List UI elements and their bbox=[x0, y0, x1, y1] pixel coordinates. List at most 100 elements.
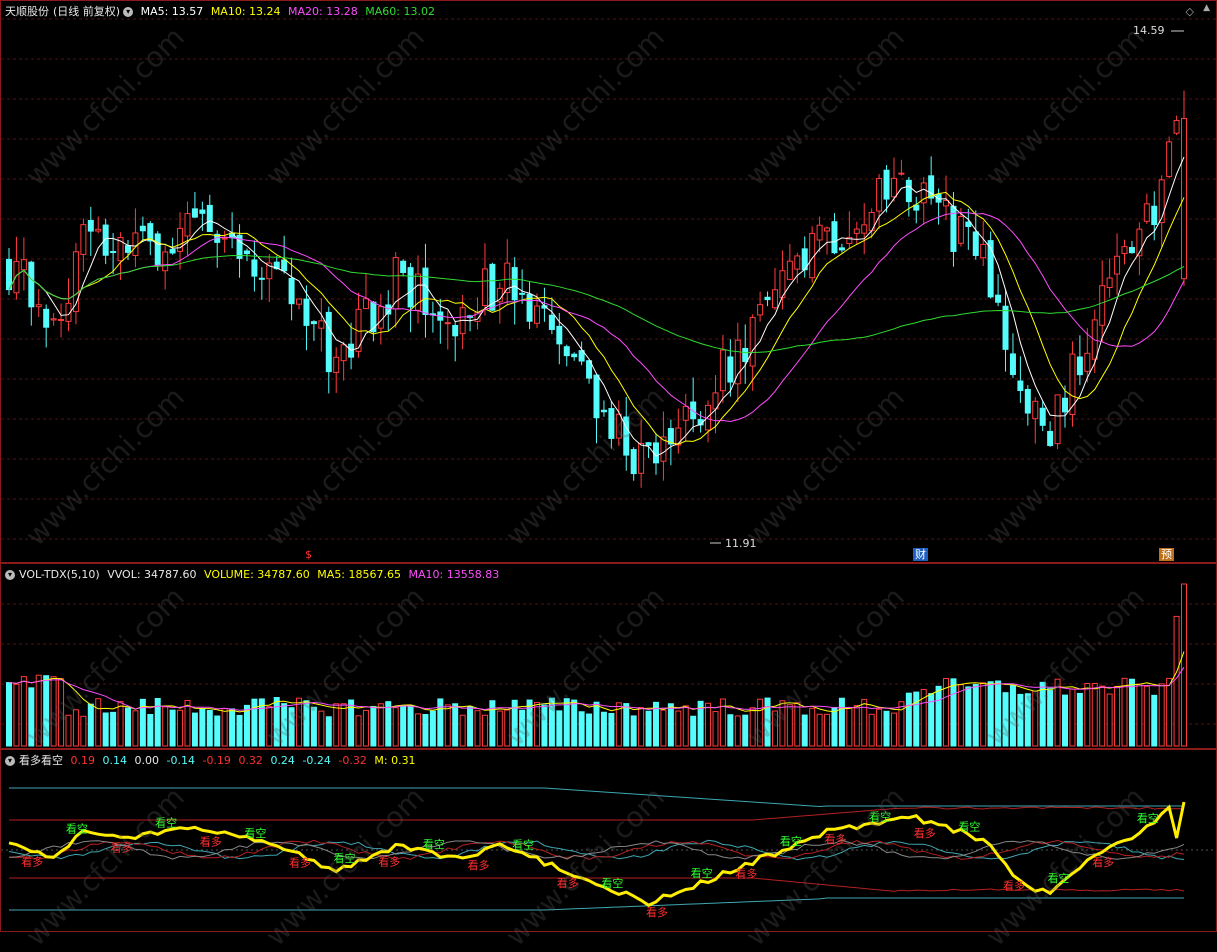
volume-bar bbox=[972, 684, 979, 747]
volume-bar bbox=[504, 709, 511, 747]
volume-bar bbox=[444, 704, 451, 747]
volume-bar bbox=[35, 674, 42, 747]
volume-bar bbox=[489, 700, 496, 747]
indicator-value-2: 0.14 bbox=[102, 754, 128, 767]
volume-bar bbox=[80, 715, 87, 747]
bear-label: 看空 bbox=[423, 837, 445, 851]
volume-bar bbox=[1106, 693, 1113, 747]
candle-body bbox=[1017, 380, 1024, 391]
candle-body bbox=[1084, 352, 1091, 372]
volume-bar bbox=[861, 698, 868, 747]
financial-report-marker[interactable]: 财 bbox=[913, 548, 928, 561]
ma60-value: MA60: 13.02 bbox=[365, 5, 435, 18]
volume-bar bbox=[28, 687, 35, 747]
volume-bar bbox=[87, 703, 94, 747]
candlestick-chart[interactable] bbox=[1, 1, 1216, 562]
candle-body bbox=[1099, 285, 1106, 326]
volume-bar bbox=[667, 703, 674, 747]
forecast-marker[interactable]: 预 bbox=[1159, 548, 1174, 561]
bull-label: 看多 bbox=[378, 855, 400, 869]
volume-bar bbox=[742, 714, 749, 747]
volume-bar bbox=[608, 712, 615, 747]
price-pane[interactable]: 天顺股份 (日线 前复权) ▾ MA5: 13.57 MA10: 13.24 MA2… bbox=[0, 0, 1217, 563]
volume-bar bbox=[236, 714, 243, 747]
volume-bar bbox=[757, 698, 764, 747]
indicator-value-6: 0.32 bbox=[238, 754, 263, 767]
candle-body bbox=[861, 224, 868, 234]
candle-body bbox=[1128, 247, 1135, 254]
bull-label: 看多 bbox=[646, 905, 668, 919]
candle-body bbox=[600, 409, 607, 413]
price-header: 天顺股份 (日线 前复权) ▾ MA5: 13.57 MA10: 13.24 MA2… bbox=[5, 4, 439, 20]
volume-bar bbox=[355, 715, 362, 747]
volume-bar bbox=[1062, 694, 1069, 747]
collapse-icon[interactable]: ◇ bbox=[1186, 5, 1194, 18]
vvol-value: VVOL: 34787.60 bbox=[107, 568, 197, 581]
volume-bar bbox=[65, 714, 72, 747]
candle-body bbox=[87, 219, 94, 232]
volume-bar bbox=[980, 682, 987, 747]
candle-body bbox=[221, 237, 228, 240]
volume-bar bbox=[400, 705, 407, 747]
volume-bar bbox=[712, 711, 719, 747]
candle-body bbox=[444, 322, 451, 325]
candle-body bbox=[310, 321, 317, 325]
indicator-pane[interactable]: ▾ 看多看空 0.19 0.14 0.00 -0.14 -0.19 0.32 0.… bbox=[0, 749, 1217, 932]
volume-bar bbox=[221, 708, 228, 747]
bear-label: 看空 bbox=[66, 821, 88, 835]
bear-label: 看空 bbox=[1048, 871, 1070, 885]
volume-bar bbox=[1084, 682, 1091, 747]
dividend-marker[interactable]: $ bbox=[303, 548, 314, 561]
volume-bar bbox=[20, 676, 27, 747]
candle-body bbox=[199, 209, 206, 214]
scroll-handle[interactable]: ▲ bbox=[1203, 3, 1210, 13]
indicator-header: ▾ 看多看空 0.19 0.14 0.00 -0.14 -0.19 0.32 0.… bbox=[5, 753, 420, 769]
volume-bar bbox=[95, 698, 102, 747]
candle-body bbox=[556, 325, 563, 345]
bear-label: 看空 bbox=[601, 876, 623, 890]
candle-body bbox=[608, 408, 615, 439]
candle-body bbox=[370, 301, 377, 333]
bear-label: 看空 bbox=[512, 838, 534, 852]
indicator-settings-icon[interactable]: ▾ bbox=[5, 756, 15, 766]
volume-bar bbox=[191, 712, 198, 747]
candle-body bbox=[786, 260, 793, 280]
indicator-value-7: 0.24 bbox=[270, 754, 295, 767]
settings-icon[interactable]: ▾ bbox=[123, 7, 134, 17]
volume-bar bbox=[630, 715, 637, 747]
volume-bar bbox=[288, 707, 295, 747]
volume-bar bbox=[571, 699, 578, 747]
volume-bar bbox=[801, 714, 808, 747]
candle-body bbox=[995, 294, 1002, 303]
volume-bar bbox=[660, 709, 667, 747]
volume-bar bbox=[794, 702, 801, 747]
volume-chart[interactable] bbox=[1, 564, 1216, 748]
volume-bar bbox=[578, 711, 585, 747]
bull-label: 看多 bbox=[1092, 855, 1114, 869]
candle-body bbox=[1173, 120, 1180, 134]
candle-body bbox=[377, 306, 384, 329]
volume-bar bbox=[206, 709, 213, 747]
volume-bar bbox=[169, 709, 176, 747]
indicator-value-8: -0.24 bbox=[302, 754, 331, 767]
volume-bar bbox=[214, 715, 221, 747]
candle-body bbox=[534, 305, 541, 324]
volume-pane[interactable]: ▾ VOL-TDX(5,10) VVOL: 34787.60 VOLUME: 34… bbox=[0, 563, 1217, 749]
bull-bear-chart[interactable]: 看多看空看多看空看多看空看多 看空 看多看空看多看空看多 看空看多看空 看多看空 看多看空… bbox=[1, 750, 1216, 931]
volume-bar bbox=[377, 703, 384, 747]
candle-body bbox=[1158, 179, 1165, 224]
candle-body bbox=[80, 224, 87, 255]
volume-bar bbox=[1158, 683, 1165, 747]
volume-settings-icon[interactable]: ▾ bbox=[5, 570, 15, 580]
volume-bar bbox=[965, 686, 972, 747]
volume-bar bbox=[846, 707, 853, 747]
volume-bar bbox=[296, 697, 303, 747]
candle-body bbox=[43, 308, 50, 328]
volume-bar bbox=[586, 713, 593, 747]
volume-bar bbox=[995, 680, 1002, 747]
volume-bar bbox=[162, 706, 169, 747]
candle-body bbox=[727, 356, 734, 383]
volume-bar bbox=[645, 710, 652, 747]
candle-body bbox=[615, 413, 622, 439]
volume-bar bbox=[124, 707, 131, 747]
